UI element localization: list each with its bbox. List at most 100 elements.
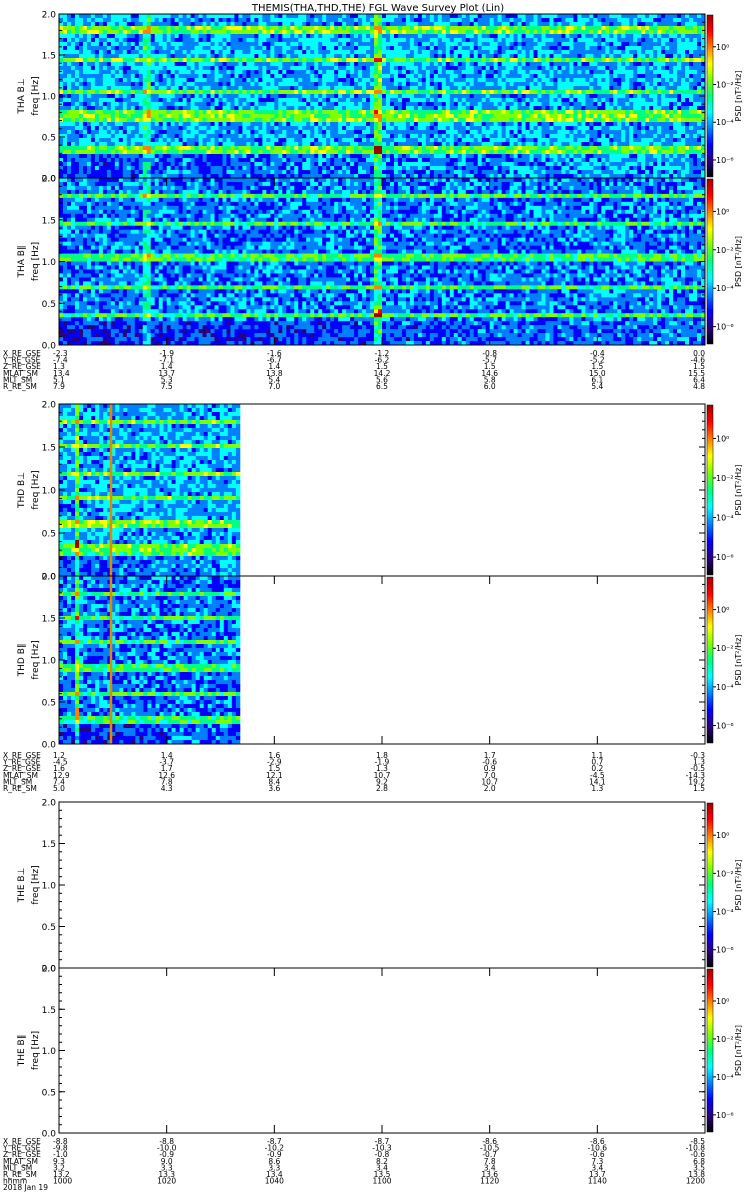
ephemeris-value: 1000 bbox=[53, 1177, 72, 1186]
y-axis-label: THA B∥ bbox=[17, 246, 27, 279]
ephemeris-row-label: R_RE_SM bbox=[3, 382, 37, 391]
colorbar-tick-label: 10⁻⁴ bbox=[716, 284, 734, 293]
colorbar-tick-label: 10⁻⁴ bbox=[716, 118, 734, 127]
ephemeris-value: 7.5 bbox=[161, 382, 173, 391]
colorbar-tick-label: 10⁰ bbox=[716, 831, 729, 840]
y-tick-label: 0.0 bbox=[42, 741, 57, 751]
colorbar-tick-label: 10⁻⁶ bbox=[716, 156, 734, 165]
ephemeris-value: 7.9 bbox=[53, 382, 65, 391]
heatmap-cells bbox=[59, 14, 706, 179]
ephemeris-value: 4.3 bbox=[161, 784, 173, 793]
y-axis-label: THE B⊥ bbox=[17, 867, 27, 903]
y-axis-label: THA B⊥ bbox=[17, 78, 27, 114]
colorbar-tick-label: 10⁻² bbox=[716, 246, 734, 255]
y-axis-label: THD B⊥ bbox=[17, 472, 27, 509]
y-tick-label: 2.0 bbox=[42, 965, 57, 975]
y-axis-units: freq [Hz] bbox=[31, 242, 41, 281]
y-tick-label: 1.5 bbox=[42, 615, 56, 625]
y-tick-label: 0.5 bbox=[42, 923, 56, 933]
ephemeris-table-3: X_RE_GSE -8.8 -8.8 -8.7 -8.7 -8.6 -8.6 -8.5Y_RE… bbox=[2, 1137, 705, 1192]
y-axis-units: freq [Hz] bbox=[31, 1031, 41, 1070]
y-tick-label: 1.5 bbox=[42, 52, 56, 62]
y-axis-label: THD B∥ bbox=[17, 644, 27, 678]
panel-frame bbox=[58, 801, 706, 969]
y-tick-label: 1.0 bbox=[42, 1047, 57, 1057]
panel-2: 0.00.51.01.52.0THA B∥ freq [Hz]10⁰10⁻²10⁻… bbox=[17, 175, 743, 352]
colorbar-label: PSD [nT²/Hz] bbox=[734, 236, 743, 287]
colorbar-tick-label: 10⁰ bbox=[716, 434, 729, 443]
y-tick-label: 0.5 bbox=[42, 1088, 56, 1098]
colorbar-tick-label: 10⁰ bbox=[716, 997, 729, 1006]
ephemeris-row-label: R_RE_SM bbox=[3, 784, 37, 793]
ephemeris-value: 5.0 bbox=[53, 784, 65, 793]
colorbar bbox=[706, 968, 714, 1133]
colorbar-tick-label: 10⁻² bbox=[716, 644, 734, 653]
colorbar-label: PSD [nT²/Hz] bbox=[734, 635, 743, 686]
ephemeris-value: 1100 bbox=[372, 1177, 391, 1186]
ephemeris-value: 6.5 bbox=[376, 382, 388, 391]
y-tick-label: 1.5 bbox=[42, 216, 56, 226]
colorbar-tick-label: 10⁻⁶ bbox=[716, 946, 734, 955]
colorbar-tick-label: 10⁰ bbox=[716, 207, 729, 216]
colorbar-label: PSD [nT²/Hz] bbox=[734, 860, 743, 911]
colorbar-tick-label: 10⁰ bbox=[716, 606, 729, 615]
panel-6: 0.00.51.01.52.0THE B∥ freq [Hz]10⁰10⁻²10⁻… bbox=[17, 965, 743, 1140]
colorbar bbox=[706, 576, 714, 744]
y-tick-label: 1.5 bbox=[42, 1006, 56, 1016]
y-tick-label: 2.0 bbox=[42, 573, 57, 583]
y-tick-label: 0.5 bbox=[42, 300, 56, 310]
panel-3: 0.00.51.01.52.0THD B⊥ freq [Hz]10⁰10⁻²10⁻… bbox=[17, 401, 743, 583]
ephemeris-value: 2.8 bbox=[376, 784, 388, 793]
y-tick-label: 2.0 bbox=[42, 175, 57, 185]
y-tick-label: 2.0 bbox=[42, 11, 57, 21]
colorbar-tick-label: 10⁻⁴ bbox=[716, 908, 734, 917]
panel-4: 0.0 0.5 1.0 1.5 2.0 THD B∥ freq [Hz] 10⁰ 10⁻² 10⁻… bbox=[17, 573, 743, 751]
ephemeris-value: 1120 bbox=[480, 1177, 499, 1186]
colorbar-tick-label: 10⁻⁴ bbox=[716, 1073, 734, 1082]
ephemeris-value: 3.6 bbox=[268, 784, 280, 793]
y-axis-units: freq [Hz] bbox=[31, 640, 41, 679]
y-axis-units: freq [Hz] bbox=[31, 470, 41, 509]
ephemeris-value: 1020 bbox=[157, 1177, 176, 1186]
colorbar-tick-label: 10⁻⁶ bbox=[716, 323, 734, 332]
colorbar-tick-label: 10⁻⁶ bbox=[716, 553, 734, 562]
heatmap-cells bbox=[59, 576, 241, 745]
colorbar-tick-label: 10⁻² bbox=[716, 869, 734, 878]
colorbar-label: PSD [nT²/Hz] bbox=[734, 1025, 743, 1076]
y-tick-label: 2.0 bbox=[42, 401, 57, 411]
y-tick-label: 2.0 bbox=[42, 799, 57, 809]
y-tick-label: 1.0 bbox=[42, 258, 57, 268]
y-tick-label: 1.0 bbox=[42, 487, 57, 497]
y-tick-label: 0.5 bbox=[42, 699, 56, 709]
colorbar bbox=[706, 802, 714, 968]
colorbar bbox=[706, 404, 714, 576]
ephemeris-value: 1.3 bbox=[591, 784, 603, 793]
ephemeris-value: 7.0 bbox=[268, 382, 280, 391]
ephemeris-row-label: 2018 Jan 19 bbox=[3, 1183, 48, 1192]
y-tick-label: 0.5 bbox=[42, 134, 56, 144]
colorbar-tick-label: 10⁻⁶ bbox=[716, 1111, 734, 1120]
colorbar-tick-label: 10⁻² bbox=[716, 1035, 734, 1044]
colorbar-tick-label: 10⁻⁴ bbox=[716, 514, 734, 523]
wave-survey-chart: THEMIS(THA,THD,THE) FGL Wave Survey Plot… bbox=[2, 3, 743, 1192]
panel-1: 0.00.51.01.52.0THA B⊥ freq [Hz]10⁰10⁻²10⁻… bbox=[17, 11, 743, 185]
colorbar bbox=[706, 178, 714, 345]
ephemeris-value: 1040 bbox=[265, 1177, 284, 1186]
colorbar-tick-label: 10⁻² bbox=[716, 474, 734, 483]
heatmap-cells bbox=[59, 404, 241, 577]
y-tick-label: 1.0 bbox=[42, 657, 57, 667]
ephemeris-value: 5.4 bbox=[591, 382, 603, 391]
y-axis-units: freq [Hz] bbox=[31, 76, 41, 115]
colorbar-tick-label: 10⁻⁶ bbox=[716, 722, 734, 731]
y-axis-units: freq [Hz] bbox=[31, 865, 41, 904]
ephemeris-value: 2.0 bbox=[484, 784, 496, 793]
ephemeris-table-2: X_RE_GSE 1.2 1.4 1.6 1.8 1.7 1.1 -0.3Y_RE_GSE -4… bbox=[2, 751, 705, 793]
ephemeris-table-1: X_RE_GSE -2.3 -1.9 -1.6 -1.2 -0.8 -0.4 0.0Y_RE_… bbox=[2, 349, 705, 391]
ephemeris-value: 1200 bbox=[686, 1177, 705, 1186]
colorbar bbox=[706, 14, 714, 178]
heatmap-cells bbox=[59, 178, 706, 346]
y-tick-label: 1.0 bbox=[42, 882, 57, 892]
colorbar-tick-label: 10⁻² bbox=[716, 81, 734, 90]
ephemeris-value: 1140 bbox=[588, 1177, 607, 1186]
panel-5: 0.00.51.01.52.0THE B⊥ freq [Hz]10⁰10⁻²10⁻… bbox=[17, 799, 743, 975]
